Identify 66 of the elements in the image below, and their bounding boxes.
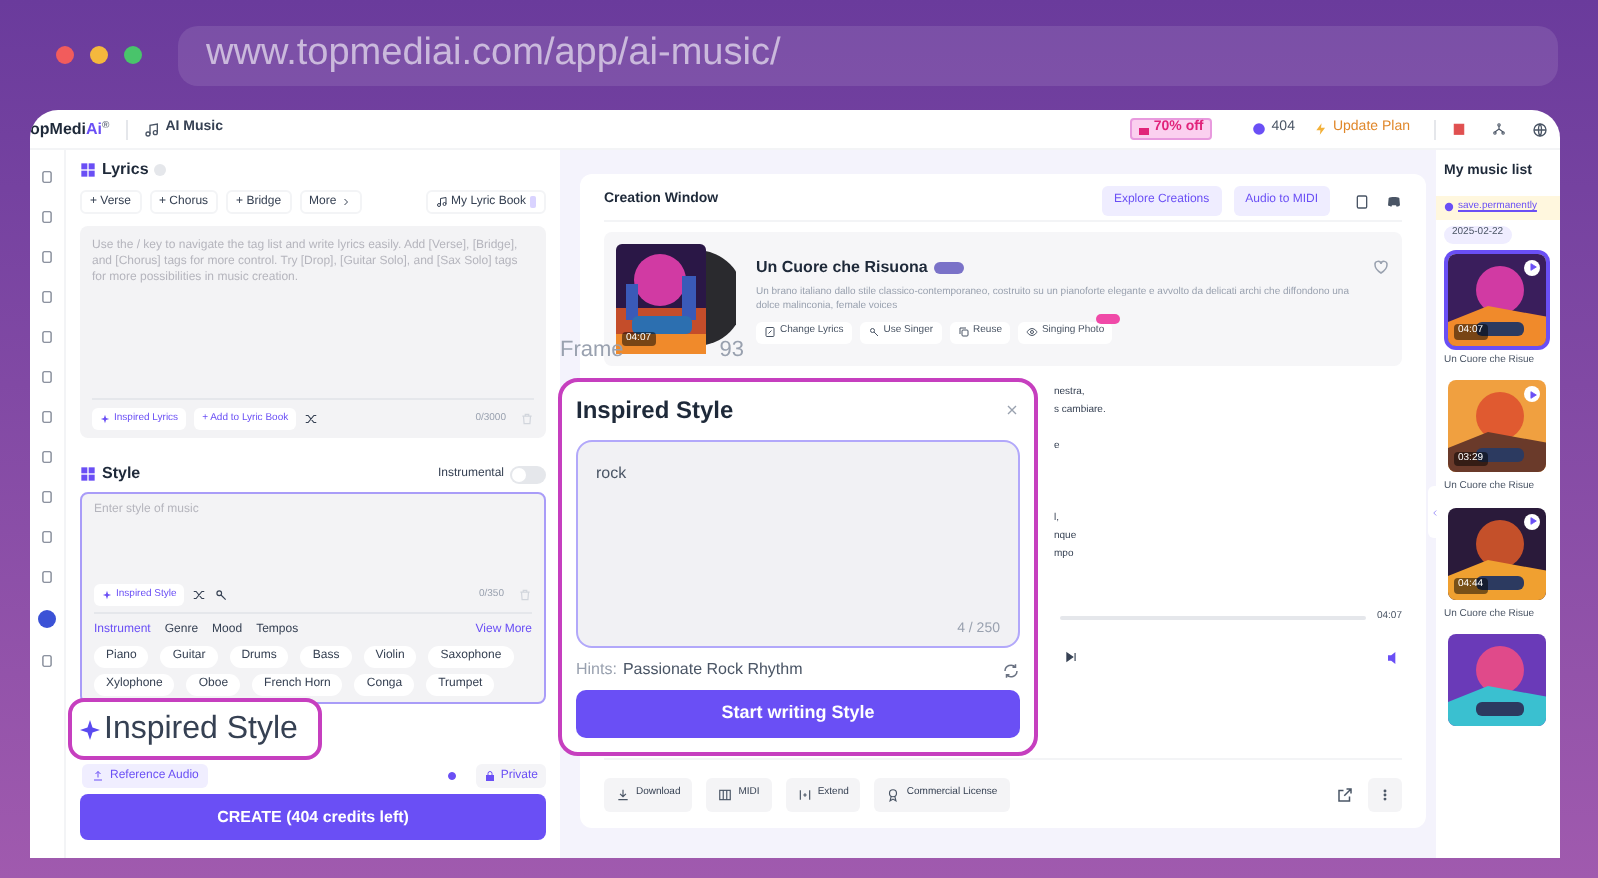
close-icon[interactable] xyxy=(1004,402,1020,418)
extend-icon xyxy=(797,787,812,801)
page-icon[interactable] xyxy=(40,654,54,668)
copy-icon xyxy=(957,326,970,338)
hint-text: Passionate Rock Rhythm xyxy=(622,658,803,682)
field-value: rock xyxy=(596,462,629,486)
page-icon[interactable] xyxy=(40,450,54,464)
play-icon xyxy=(1527,516,1537,526)
instrumental-toggle[interactable] xyxy=(510,465,546,483)
bolt-icon xyxy=(1314,122,1329,136)
heart-icon[interactable] xyxy=(1372,258,1390,276)
frame-label: 93 xyxy=(719,336,745,366)
lock-icon xyxy=(484,770,497,782)
style-icon xyxy=(80,466,96,482)
new-badge xyxy=(1096,313,1121,323)
share-icon[interactable] xyxy=(1336,785,1354,803)
chevron-left-icon xyxy=(1430,507,1440,517)
play-icon xyxy=(1527,262,1537,272)
refresh-icon[interactable] xyxy=(1002,661,1020,679)
music-note-icon xyxy=(143,121,160,137)
version-badge xyxy=(933,261,964,273)
edit-icon xyxy=(764,326,776,338)
shuffle-icon[interactable] xyxy=(192,588,207,602)
logo[interactable]: opMediAi$^{®}$ xyxy=(30,117,110,141)
sparkle-icon xyxy=(78,717,102,741)
hint-label: Hints: xyxy=(576,658,617,682)
upload-icon xyxy=(92,770,104,782)
network-icon[interactable] xyxy=(1492,122,1506,136)
document-icon[interactable] xyxy=(1354,193,1370,209)
page-icon[interactable] xyxy=(40,330,54,344)
page-icon[interactable] xyxy=(40,370,54,384)
lyrics-field[interactable] xyxy=(80,226,546,438)
song-title: Un Cuore che Risuona xyxy=(756,255,928,279)
callout-text: Inspired Style xyxy=(104,709,298,749)
page-icon[interactable] xyxy=(40,290,54,304)
page-icon[interactable] xyxy=(40,410,54,424)
globe-icon[interactable] xyxy=(1532,121,1548,137)
more-icon xyxy=(1378,787,1392,801)
shuffle-icon[interactable] xyxy=(304,412,319,426)
start-writing-button[interactable]: Start writing Style xyxy=(576,690,1020,738)
avatar-icon[interactable] xyxy=(38,610,56,628)
dialog-title: Inspired Style xyxy=(576,394,734,428)
table-icon xyxy=(718,787,733,801)
section-title: Style xyxy=(102,462,141,486)
sparkle-icon xyxy=(100,414,110,424)
skip-next-icon[interactable] xyxy=(1064,650,1078,664)
ribbon-icon xyxy=(886,787,901,801)
collapse-handle[interactable] xyxy=(1428,486,1442,538)
lyrics-icon xyxy=(80,162,96,178)
coin-icon xyxy=(1251,122,1266,136)
page-icon[interactable] xyxy=(40,170,54,184)
page-icon[interactable] xyxy=(40,530,54,544)
page-icon[interactable] xyxy=(40,210,54,224)
chevron-icon xyxy=(340,196,353,208)
section-title: Lyrics xyxy=(102,158,149,182)
song-thumbnail[interactable] xyxy=(1444,630,1550,730)
page-icon[interactable] xyxy=(40,570,54,584)
page-icon[interactable] xyxy=(40,250,54,264)
more-button[interactable] xyxy=(1368,777,1402,811)
frame-label: Frame xyxy=(560,336,624,366)
sparkle-icon xyxy=(102,590,112,600)
create-button[interactable]: CREATE (404 credits left) xyxy=(80,794,546,840)
page-icon[interactable] xyxy=(40,490,54,504)
download-icon xyxy=(616,787,630,801)
play-icon xyxy=(1527,389,1537,399)
eye-icon xyxy=(1025,326,1038,338)
